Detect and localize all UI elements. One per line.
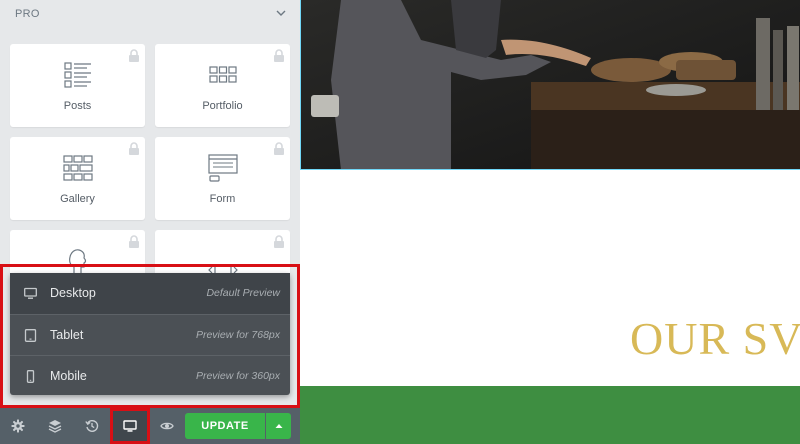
device-label: Tablet — [50, 328, 84, 342]
navigator-icon — [48, 420, 62, 433]
widget-posts[interactable]: Posts — [10, 44, 145, 127]
section-heading: OUR SV — [630, 312, 800, 365]
lock-icon — [274, 49, 284, 62]
device-description: Preview for 768px — [195, 329, 280, 341]
history-icon — [85, 419, 99, 432]
lock-icon — [274, 142, 284, 155]
desktop-icon — [24, 287, 37, 299]
pro-section-header[interactable]: PRO — [0, 0, 300, 28]
device-desktop[interactable]: Desktop Default Preview — [10, 273, 290, 314]
device-description: Default Preview — [206, 287, 280, 299]
hero-image — [300, 0, 800, 170]
widget-portfolio[interactable]: Portfolio — [155, 44, 290, 127]
responsive-mode-button[interactable] — [110, 408, 150, 444]
responsive-mode-icon — [123, 420, 137, 432]
caret-up-icon — [275, 424, 282, 428]
responsive-mode-menu: Desktop Default Preview Tablet Preview f… — [10, 273, 290, 395]
mobile-icon — [26, 370, 35, 383]
editor-canvas: OUR SV — [300, 0, 800, 444]
tablet-icon — [24, 329, 37, 342]
device-mobile[interactable]: Mobile Preview for 360px — [10, 355, 290, 396]
gallery-icon — [62, 155, 93, 181]
widget-label: Posts — [63, 100, 92, 112]
device-tablet[interactable]: Tablet Preview for 768px — [10, 314, 290, 355]
device-label: Mobile — [50, 369, 87, 383]
preview-icon — [160, 422, 174, 430]
settings-icon — [11, 419, 25, 433]
navigator-button[interactable] — [37, 408, 73, 444]
update-button[interactable]: UPDATE — [185, 413, 265, 439]
widget-gallery[interactable]: Gallery — [10, 137, 145, 220]
form-icon — [207, 154, 238, 182]
device-description: Preview for 360px — [195, 370, 280, 382]
section-title: PRO — [15, 8, 40, 20]
lock-icon — [274, 235, 284, 248]
widget-form[interactable]: Form — [155, 137, 290, 220]
widget-label: Portfolio — [202, 100, 243, 112]
portfolio-icon — [208, 66, 237, 83]
posts-icon — [63, 62, 91, 88]
history-button[interactable] — [74, 408, 110, 444]
device-label: Desktop — [50, 286, 96, 300]
lock-icon — [129, 142, 139, 155]
lock-icon — [129, 49, 139, 62]
settings-button[interactable] — [0, 408, 36, 444]
save-options-button[interactable] — [266, 413, 291, 439]
preview-button[interactable] — [149, 408, 185, 444]
green-section — [300, 386, 800, 444]
hero-photo — [301, 0, 800, 169]
widget-label: Form — [209, 193, 236, 205]
lock-icon — [129, 235, 139, 248]
heading-text: OUR SV — [630, 313, 800, 364]
chevron-down-icon[interactable] — [276, 9, 286, 17]
panel-footer: UPDATE — [0, 408, 300, 444]
widget-label: Gallery — [60, 193, 95, 205]
